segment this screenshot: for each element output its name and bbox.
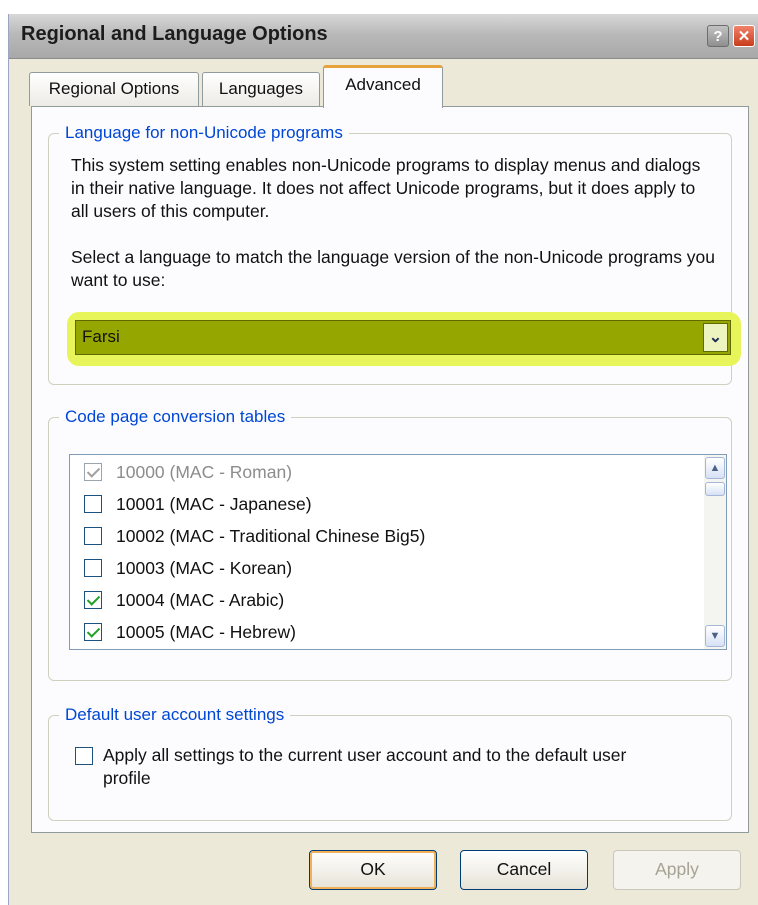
codepage-checkbox[interactable] [84,495,102,513]
list-item[interactable]: 10003 (MAC - Korean) [84,553,292,583]
select-language-prompt: Select a language to match the language … [71,247,716,290]
scroll-down-icon[interactable]: ▼ [705,625,725,647]
codepage-label: 10003 (MAC - Korean) [116,557,293,578]
help-button[interactable]: ? [707,25,729,47]
list-item[interactable]: 10004 (MAC - Arabic) [84,585,284,615]
group-default-user: Default user account settings Apply all … [48,704,732,821]
listbox-scrollbar[interactable]: ▲ ▼ [704,455,726,649]
title-bar[interactable]: Regional and Language Options ? ✕ [9,14,758,59]
ok-button[interactable]: OK [309,850,437,890]
codepage-label: 10000 (MAC - Roman) [116,461,293,482]
group-codepages-legend: Code page conversion tables [59,406,292,428]
codepage-checkbox[interactable] [84,623,102,641]
group-nonunicode: Language for non-Unicode programs This s… [48,122,741,385]
chevron-down-icon[interactable]: ⌄ [703,323,728,352]
list-item[interactable]: 10002 (MAC - Traditional Chinese Big5) [84,521,425,551]
apply-all-checkbox[interactable] [75,747,93,765]
list-item[interactable]: 10001 (MAC - Japanese) [84,489,312,519]
dialog-window: Regional and Language Options ? ✕ Region… [8,14,758,905]
codepage-checkbox[interactable] [84,559,102,577]
language-dropdown-value: Farsi [82,327,120,346]
apply-button[interactable]: Apply [613,850,741,890]
list-item[interactable]: 10005 (MAC - Hebrew) [84,617,296,647]
tab-regional-options[interactable]: Regional Options [29,72,199,106]
codepage-label: 10001 (MAC - Japanese) [116,493,312,514]
nonunicode-description: This system setting enables non-Unicode … [71,155,701,221]
language-dropdown-highlight: Farsi ⌄ [67,312,741,366]
list-item: 10000 (MAC - Roman) [84,457,292,487]
codepage-label: 10002 (MAC - Traditional Chinese Big5) [116,525,426,546]
language-dropdown[interactable]: Farsi ⌄ [75,320,731,355]
group-default-user-legend: Default user account settings [59,704,291,726]
codepage-label: 10004 (MAC - Arabic) [116,589,285,610]
codepage-checkbox[interactable] [84,527,102,545]
tab-languages[interactable]: Languages [202,72,320,106]
apply-all-settings-option[interactable]: Apply all settings to the current user a… [75,744,663,790]
close-button[interactable]: ✕ [733,25,755,47]
scroll-thumb[interactable] [705,482,725,496]
apply-all-label: Apply all settings to the current user a… [103,745,627,788]
cancel-button[interactable]: Cancel [460,850,588,890]
group-codepages: Code page conversion tables 10000 (MAC -… [48,406,732,681]
scroll-up-icon[interactable]: ▲ [705,457,725,479]
codepage-label: 10005 (MAC - Hebrew) [116,621,296,642]
codepage-checkbox [84,463,102,481]
advanced-tab-panel: Language for non-Unicode programs This s… [31,106,749,833]
codepage-checkbox[interactable] [84,591,102,609]
tab-advanced[interactable]: Advanced [323,65,443,108]
window-title: Regional and Language Options [21,23,328,45]
codepage-listbox[interactable]: 10000 (MAC - Roman) 10001 (MAC - Japanes… [69,454,727,650]
group-nonunicode-legend: Language for non-Unicode programs [59,122,349,144]
